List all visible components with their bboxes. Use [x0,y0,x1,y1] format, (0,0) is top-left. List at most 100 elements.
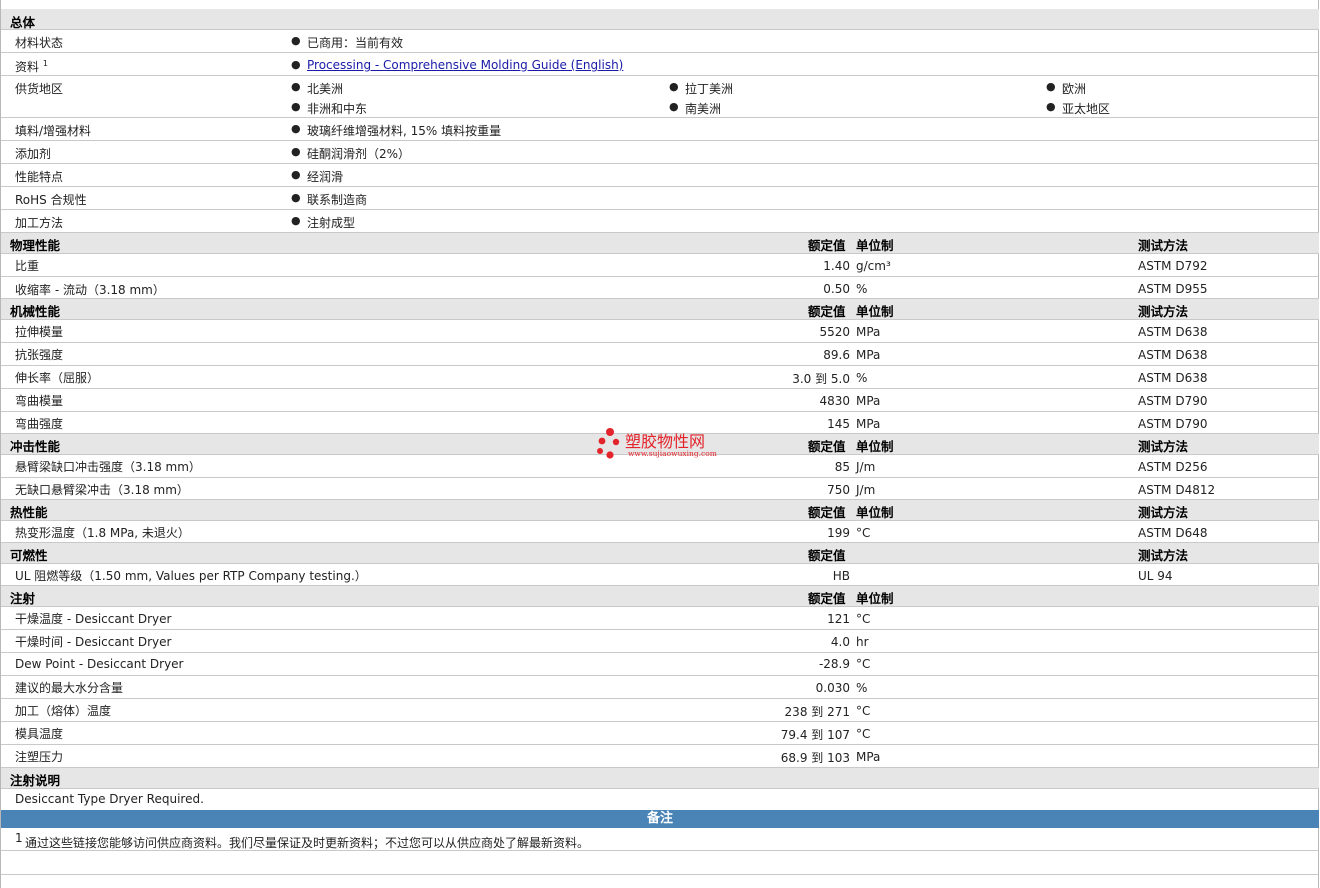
col-nominal: 额定值 [808,238,846,253]
row-value: 4.0 [830,635,850,649]
row-label: 悬臂梁缺口冲击强度（3.18 mm） [15,460,201,474]
row-regions: 供货地区 ● 北美洲 ● 拉丁美洲 ● 欧洲 ● 非洲和中东 ● 南美洲 ● 亚… [1,76,1319,118]
table-row: 比重 1.40 g/cm³ ASTM D792 [1,254,1319,277]
table-row: 注塑压力 68.9 到 103 MPa [1,745,1319,768]
row-label: 拉伸模量 [15,325,64,339]
region-item: 拉丁美洲 [685,82,734,96]
row-method: ASTM D648 [1138,526,1208,540]
section-title: 注射 [10,591,36,606]
row-label: 加工方法 [15,216,64,230]
section-title: 注射说明 [10,773,61,788]
row-label: RoHS 合规性 [15,193,87,207]
row-value: 145 [827,417,850,431]
col-nominal: 额定值 [808,591,846,606]
bullet: ● [291,145,301,158]
col-nominal: 额定值 [808,439,846,454]
row-method: ASTM D792 [1138,259,1208,273]
section-title: 物理性能 [10,238,61,253]
row-unit: MPa [856,394,881,408]
note-text: Desiccant Type Dryer Required. [15,792,204,806]
injection-notes-row: Desiccant Type Dryer Required. [1,789,1319,810]
row-value: 联系制造商 [307,193,368,207]
row-documents: 资料 1 ● Processing - Comprehensive Moldin… [1,53,1319,76]
section-injection-header: 注射 额定值 单位制 [1,586,1319,607]
row-value: 已商用：当前有效 [307,36,404,50]
region-item: 北美洲 [307,82,344,96]
bullet: ● [291,122,301,135]
bullet: ● [1046,80,1056,93]
col-unit: 单位制 [856,304,894,319]
row-unit: MPa [856,750,881,764]
col-unit: 单位制 [856,591,894,606]
row-unit: °C [856,526,871,540]
row-value: 238 到 271 [784,705,850,719]
region-item: 亚太地区 [1062,102,1111,116]
row-value: 1.40 [823,259,850,273]
footnote-text: 通过这些链接您能够访问供应商资料。我们尽量保证及时更新资料；不过您可以从供应商处… [25,836,590,850]
row-unit: MPa [856,417,881,431]
row-value: 3.0 到 5.0 [792,372,850,386]
footnote-marker: 1 [42,59,48,68]
row-value: 68.9 到 103 [780,751,850,765]
table-row: 收缩率 - 流动（3.18 mm） 0.50 % ASTM D955 [1,277,1319,299]
row-method: ASTM D638 [1138,325,1208,339]
row-value: 注射成型 [307,216,356,230]
row-label: 干燥温度 - Desiccant Dryer [15,612,172,626]
row-label: 伸长率（屈服） [15,371,100,385]
molding-guide-link[interactable]: Processing - Comprehensive Molding Guide… [307,58,623,72]
row-value: 0.030 [815,681,850,695]
row-value: 硅酮润滑剂（2%） [307,147,411,161]
row-method: ASTM D790 [1138,417,1208,431]
row-label: 供货地区 [15,82,64,96]
section-general-header: 总体 [1,9,1319,30]
bullet: ● [291,214,301,227]
row-method: ASTM D790 [1138,394,1208,408]
row-unit: J/m [856,460,876,474]
bullet: ● [669,80,679,93]
row-additive: 添加剂 ● 硅酮润滑剂（2%） [1,141,1319,164]
bullet: ● [291,58,301,71]
row-value: 玻璃纤维增强材料, 15% 填料按重量 [307,124,502,138]
table-row: 干燥时间 - Desiccant Dryer 4.0 hr [1,630,1319,653]
row-label: 抗张强度 [15,348,64,362]
row-unit: °C [856,704,871,718]
section-title: 总体 [10,15,36,30]
row-method: ASTM D256 [1138,460,1208,474]
row-value: 0.50 [823,282,850,296]
row-processing-method: 加工方法 ● 注射成型 [1,210,1319,233]
watermark-logo: 塑胶物性网 www.sujiaowuxing.com [596,427,731,463]
section-title: 机械性能 [10,304,61,319]
region-item: 欧洲 [1062,82,1087,96]
section-title: 冲击性能 [10,439,61,454]
row-label: 干燥时间 - Desiccant Dryer [15,635,172,649]
bullet: ● [291,168,301,181]
row-unit: hr [856,635,869,649]
row-label: 无缺口悬臂梁冲击（3.18 mm） [15,483,189,497]
row-unit: MPa [856,325,881,339]
row-label: 比重 [15,259,40,273]
row-label: 弯曲模量 [15,394,64,408]
row-value: 199 [827,526,850,540]
row-label: 模具温度 [15,727,64,741]
row-label: 性能特点 [15,170,64,184]
table-row: 伸长率（屈服） 3.0 到 5.0 % ASTM D638 [1,366,1319,389]
bullet: ● [1046,100,1056,113]
table-row: 干燥温度 - Desiccant Dryer 121 °C [1,607,1319,630]
row-method: ASTM D638 [1138,371,1208,385]
row-unit: % [856,282,868,296]
table-row: 无缺口悬臂梁冲击（3.18 mm） 750 J/m ASTM D4812 [1,478,1319,500]
row-value: 121 [827,612,850,626]
notes-banner: 备注 [1,810,1319,828]
table-row: 建议的最大水分含量 0.030 % [1,676,1319,699]
row-label: UL 阻燃等级（1.50 mm, Values per RTP Company … [15,569,367,583]
bullet: ● [291,34,301,47]
row-label: 热变形温度（1.8 MPa, 未退火） [15,526,190,540]
watermark-dots-icon [597,428,620,459]
region-item: 非洲和中东 [307,102,368,116]
row-value: 79.4 到 107 [780,728,850,742]
table-row: 弯曲模量 4830 MPa ASTM D790 [1,389,1319,412]
row-unit: % [856,371,868,385]
row-value: 85 [834,460,850,474]
table-row: 拉伸模量 5520 MPa ASTM D638 [1,320,1319,343]
bullet: ● [291,80,301,93]
